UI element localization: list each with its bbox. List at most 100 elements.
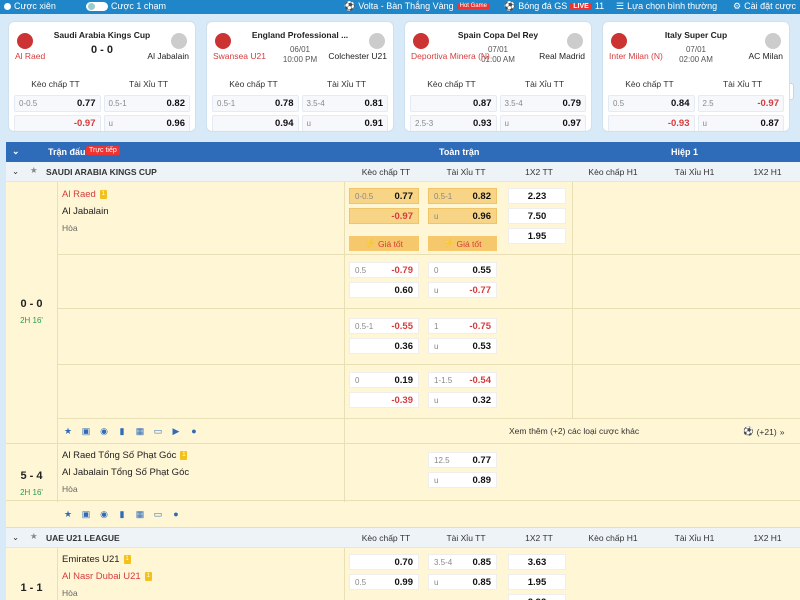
draw-label: Hòa xyxy=(62,588,78,598)
chart-icon[interactable]: ▮ xyxy=(116,508,128,520)
ou-odds-cell[interactable]: 0.5-1 0.82 xyxy=(428,188,497,204)
odds-cell[interactable]: u 0.87 xyxy=(697,115,784,131)
odds-price: 0.85 xyxy=(472,556,492,568)
odds-price: 0.89 xyxy=(472,474,492,486)
match-card[interactable]: Saudi Arabia Kings Cup Al Raed Al Jabala… xyxy=(8,21,196,132)
odds-cell[interactable]: -0.93 xyxy=(608,115,695,131)
more-markets-link[interactable]: Xem thêm (+2) các loại cược khác xyxy=(509,426,639,436)
column-header: Tài Xỉu H1 xyxy=(674,533,715,543)
x12-odds-cell[interactable]: 1.95 xyxy=(508,574,566,590)
stats-icon[interactable]: ▣ xyxy=(80,425,92,437)
ou-odds-cell[interactable]: u 0.89 xyxy=(428,472,497,488)
handicap-odds-cell[interactable]: 0.60 xyxy=(349,282,419,298)
one-click-toggle[interactable]: Cược 1 chạm xyxy=(86,0,166,12)
x12-odds-cell[interactable]: 7.50 xyxy=(508,208,566,224)
handicap-odds-cell[interactable]: -0.39 xyxy=(349,392,419,408)
settings-button[interactable]: ⚙ Cài đặt cược xyxy=(733,0,796,12)
eye-icon[interactable]: ◉ xyxy=(98,508,110,520)
handicap-odds-cell[interactable]: 0.5-1 -0.55 xyxy=(349,318,419,334)
ou-odds-cell[interactable]: 0 0.55 xyxy=(428,262,497,278)
x12-odds-cell[interactable]: 2.23 xyxy=(508,188,566,204)
odds-cell[interactable]: 2.5 -0.97 xyxy=(697,95,784,112)
ou-odds-cell[interactable]: u 0.85 xyxy=(428,574,497,590)
handicap-odds-cell[interactable]: 0.5 -0.79 xyxy=(349,262,419,278)
chevron-down-icon[interactable]: ⌄ xyxy=(12,166,19,177)
handicap-odds-cell[interactable]: 0.36 xyxy=(349,338,419,354)
ball-icon: ⚽ xyxy=(743,426,754,436)
chevron-down-icon[interactable]: ⌄ xyxy=(12,532,19,543)
video-icon[interactable]: ▭ xyxy=(152,425,164,437)
odds-price: 0.19 xyxy=(394,374,414,386)
table-icon[interactable]: ▦ xyxy=(134,425,146,437)
gs-link[interactable]: ⚽ Bóng đá GS LIVE 11 xyxy=(504,0,604,12)
odds-cell[interactable]: 0.5-1 0.78 xyxy=(212,95,299,112)
ou-odds-cell[interactable]: 1 -0.75 xyxy=(428,318,497,334)
flame-icon: ⚡ xyxy=(443,238,455,248)
odds-price: 0.82 xyxy=(166,98,186,109)
odds-price: -0.97 xyxy=(391,210,413,222)
x12-odds-cell[interactable]: 2.92 xyxy=(508,594,566,600)
odds-cell[interactable]: u 0.91 xyxy=(301,115,388,131)
x12-odds-cell[interactable]: 3.63 xyxy=(508,554,566,570)
fire-icon[interactable]: ● xyxy=(170,508,182,520)
star-icon[interactable]: ★ xyxy=(30,165,38,176)
odds-cell[interactable]: 3.5-4 0.79 xyxy=(499,95,586,112)
ou-odds-cell[interactable]: 3.5-4 0.85 xyxy=(428,554,497,570)
handicap-odds-cell[interactable]: 0.70 xyxy=(349,554,419,570)
league-row[interactable]: ⌄ ★ SAUDI ARABIA KINGS CUP Kèo chấp TT Tài X… xyxy=(6,162,800,182)
more-count-button[interactable]: ⚽ (+21)» xyxy=(743,426,784,437)
handicap-odds-cell[interactable]: 0.5 0.99 xyxy=(349,574,419,590)
ou-odds-cell[interactable]: u -0.77 xyxy=(428,282,497,298)
card-time: 02:00 AM xyxy=(679,55,713,64)
odds-price: 0.77 xyxy=(77,98,96,109)
more-count: (+21) xyxy=(756,426,777,437)
odds-cell[interactable]: 0.94 xyxy=(212,115,299,131)
odds-cell[interactable]: 0-0.5 0.77 xyxy=(14,95,101,112)
match-card[interactable]: England Professional ... 06/01 10:00 PM S… xyxy=(206,21,394,132)
fire-icon[interactable]: ● xyxy=(188,425,200,437)
collapse-icon[interactable]: ⌄ xyxy=(12,146,20,157)
ou-odds-cell[interactable]: u 0.96 xyxy=(428,208,497,224)
x12-odds-cell[interactable]: 1.95 xyxy=(508,228,566,244)
video-icon[interactable]: ▭ xyxy=(152,508,164,520)
odds-cell[interactable]: 3.5-4 0.81 xyxy=(301,95,388,112)
odds-cell[interactable]: -0.97 xyxy=(14,115,101,131)
stats-icon[interactable]: ▣ xyxy=(80,508,92,520)
league-row[interactable]: ⌄ ★ UAE U21 LEAGUE Kèo chấp TT Tài Xỉu TT 1X2… xyxy=(6,528,800,548)
odds-cell[interactable]: 0.5-1 0.82 xyxy=(103,95,190,112)
header-match: Trận đấu xyxy=(48,147,86,157)
chart-icon[interactable]: ▮ xyxy=(116,425,128,437)
play-icon[interactable]: ▶ xyxy=(170,425,182,437)
star-icon[interactable]: ★ xyxy=(62,425,74,437)
odds-cell[interactable]: 2.5-3 0.93 xyxy=(410,115,497,131)
ou-odds-cell[interactable]: 1-1.5 -0.54 xyxy=(428,372,497,388)
parlay-button[interactable]: Cược xiên xyxy=(4,0,56,12)
odds-price: 0.77 xyxy=(394,190,414,202)
column-header: 1X2 H1 xyxy=(753,533,782,543)
sort-select[interactable]: ☰ Lựa chọn bình thường xyxy=(616,0,717,12)
odds-price: 0.55 xyxy=(472,264,492,276)
volta-link[interactable]: ⚽ Volta - Bàn Thắng Vàng Hot Game xyxy=(344,0,490,12)
ou-odds-cell[interactable]: 12.5 0.77 xyxy=(428,452,497,468)
match-card[interactable]: Italy Super Cup 07/01 02:00 AM Inter Mila… xyxy=(602,21,790,132)
live-filter-badge[interactable]: Trực tiếp xyxy=(86,146,120,155)
table-icon[interactable]: ▦ xyxy=(134,508,146,520)
handicap-odds-cell[interactable]: 0-0.5 0.77 xyxy=(349,188,419,204)
star-icon[interactable]: ★ xyxy=(30,531,38,542)
odds-cell[interactable]: u 0.97 xyxy=(499,115,586,131)
handicap-odds-cell[interactable]: 0 0.19 xyxy=(349,372,419,388)
odds-cell[interactable]: u 0.96 xyxy=(103,115,190,131)
team-label: Emirates U21 xyxy=(62,554,120,565)
handicap-odds-cell[interactable]: -0.97 xyxy=(349,208,419,224)
odds-cell[interactable]: 0.87 xyxy=(410,95,497,112)
odds-price: 0.53 xyxy=(472,340,492,352)
divider xyxy=(57,548,58,600)
ou-odds-cell[interactable]: u 0.32 xyxy=(428,392,497,408)
gs-label: Bóng đá GS xyxy=(518,1,568,11)
star-icon[interactable]: ★ xyxy=(62,508,74,520)
ou-odds-cell[interactable]: u 0.53 xyxy=(428,338,497,354)
match-card[interactable]: Spain Copa Del Rey 07/01 01:00 AM Deporti… xyxy=(404,21,592,132)
odds-cell[interactable]: 0.5 0.84 xyxy=(608,95,695,112)
odds-line: u xyxy=(702,119,707,128)
eye-icon[interactable]: ◉ xyxy=(98,425,110,437)
